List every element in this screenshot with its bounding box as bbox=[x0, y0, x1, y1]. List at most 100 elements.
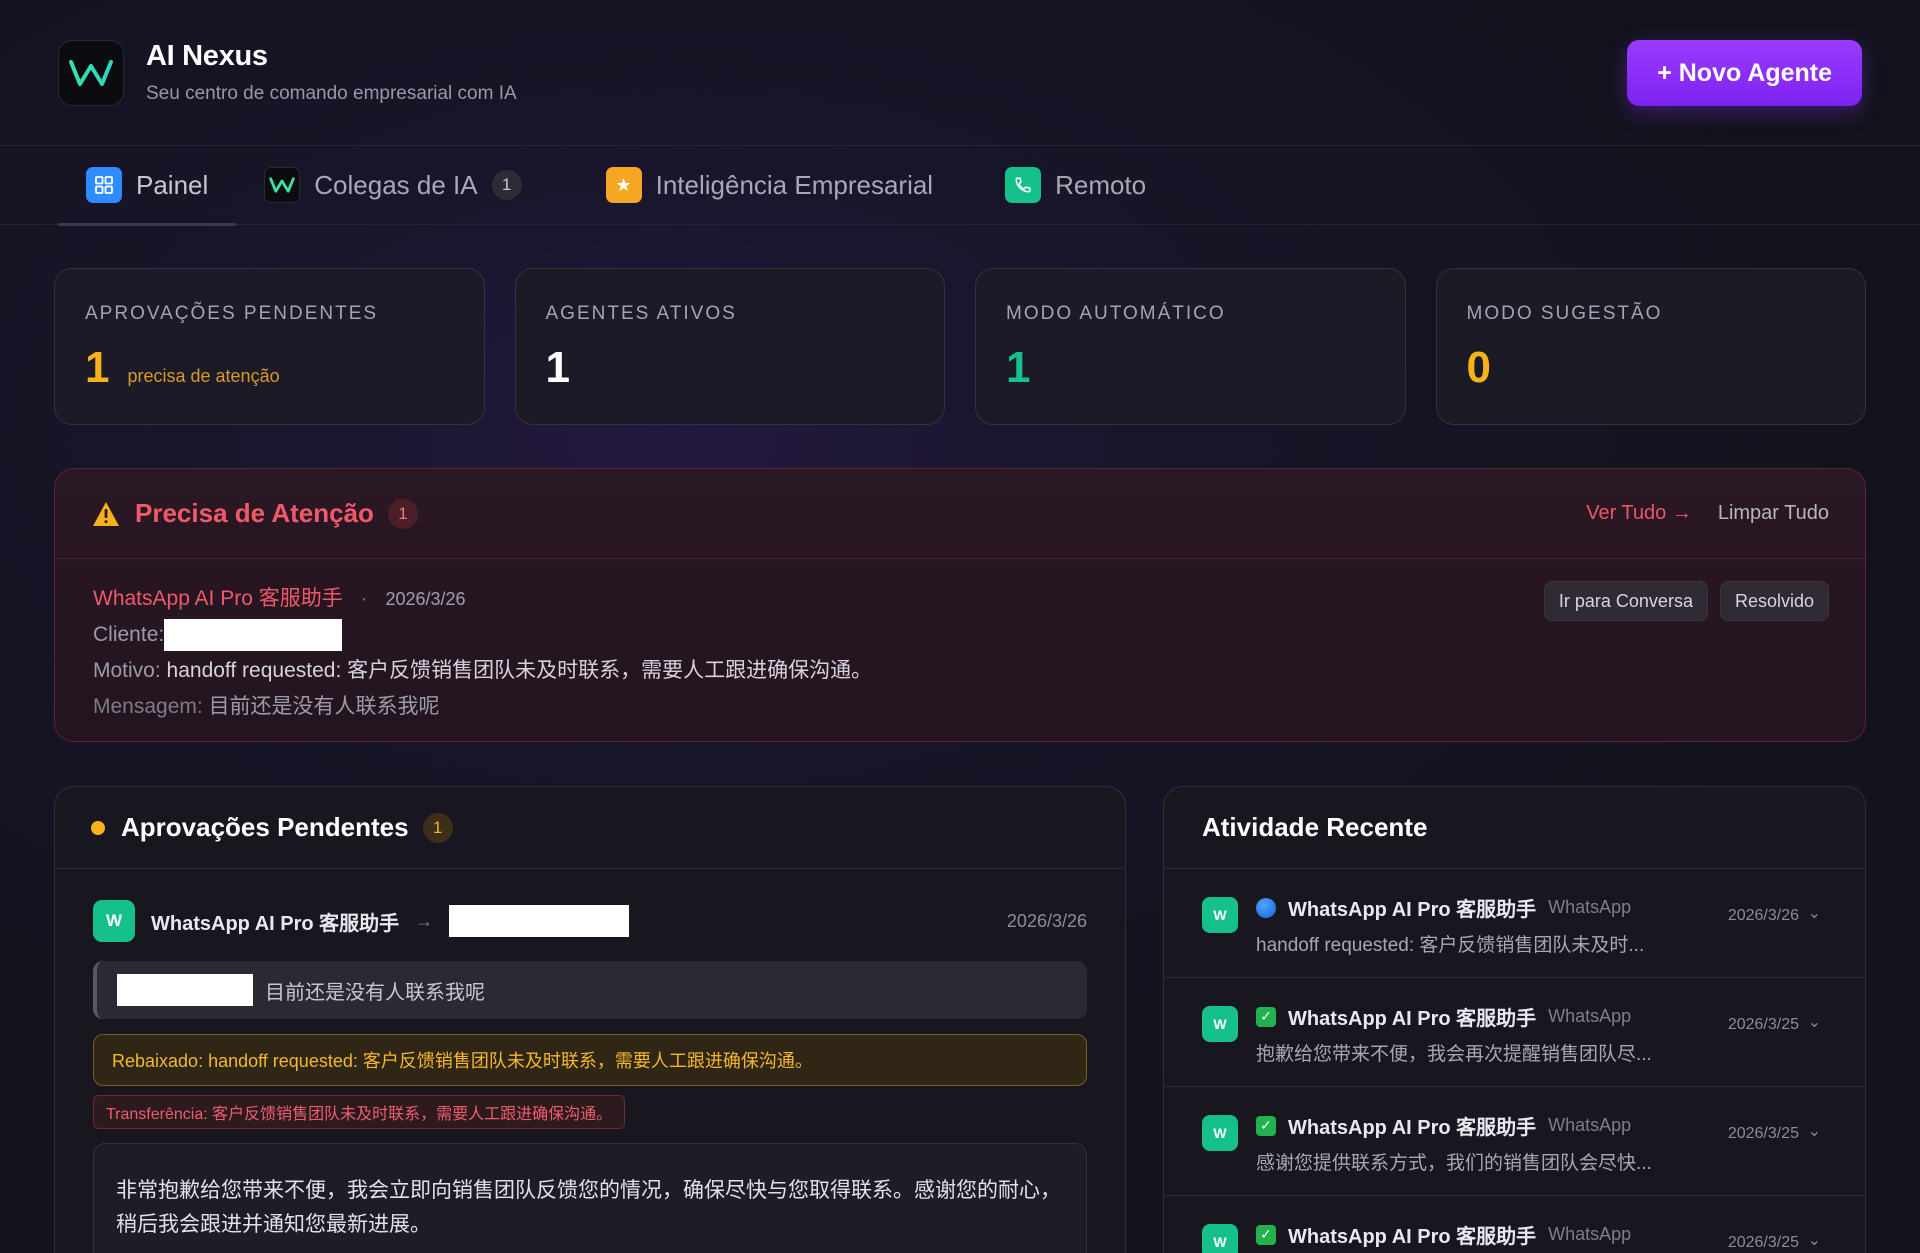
activity-item[interactable]: W ✓ WhatsApp AI Pro 客服助手 WhatsApp 感谢您提供联… bbox=[1164, 1087, 1865, 1196]
stat-value: 0 bbox=[1466, 343, 1491, 392]
grid-icon bbox=[86, 167, 122, 203]
reason-label: Motivo: bbox=[93, 659, 161, 682]
tab-label: Remoto bbox=[1055, 169, 1147, 200]
tab-remoto[interactable]: Remoto bbox=[977, 146, 1174, 225]
activity-channel: WhatsApp bbox=[1548, 1224, 1632, 1244]
stat-label: MODO AUTOMÁTICO bbox=[1006, 303, 1226, 324]
activity-title: Atividade Recente bbox=[1202, 812, 1428, 842]
stat-card-pending-approvals[interactable]: APROVAÇÕES PENDENTES 1 precisa de atençã… bbox=[54, 268, 485, 425]
activity-date: 2026/3/25 bbox=[1727, 1125, 1799, 1142]
view-all-link[interactable]: Ver Tudo → bbox=[1586, 502, 1692, 525]
stat-label: AGENTES ATIVOS bbox=[545, 303, 737, 324]
activity-item[interactable]: W ✓ WhatsApp AI Pro 客服助手 WhatsApp 2026/3… bbox=[1164, 1196, 1865, 1253]
redacted-recipient bbox=[449, 905, 630, 937]
attention-date: 2026/3/26 bbox=[385, 589, 466, 609]
activity-agent: WhatsApp AI Pro 客服助手 bbox=[1288, 1008, 1537, 1030]
agent-avatar: W bbox=[93, 900, 135, 942]
star-icon: ★ bbox=[605, 167, 642, 203]
activity-item[interactable]: W WhatsApp AI Pro 客服助手 WhatsApp handoff … bbox=[1164, 869, 1865, 978]
transfer-badge: Transferência: 客户反馈销售团队未及时联系，需要人工跟进确保沟通。 bbox=[93, 1095, 626, 1129]
stat-value: 1 bbox=[85, 343, 110, 392]
stat-card-suggestion-mode[interactable]: MODO SUGESTÃO 0 bbox=[1435, 268, 1866, 425]
agent-avatar: W bbox=[1202, 1115, 1238, 1151]
activity-item[interactable]: W ✓ WhatsApp AI Pro 客服助手 WhatsApp 抱歉给您带来… bbox=[1164, 978, 1865, 1087]
stat-value: 1 bbox=[545, 343, 570, 392]
activity-date: 2026/3/26 bbox=[1727, 907, 1799, 924]
w-logo-icon bbox=[69, 59, 113, 86]
activity-agent: WhatsApp AI Pro 客服助手 bbox=[1288, 899, 1537, 921]
activity-preview: handoff requested: 客户反馈销售团队未及时... bbox=[1256, 935, 1645, 956]
tab-label: Colegas de IA bbox=[314, 169, 478, 200]
tab-label: Painel bbox=[136, 169, 209, 200]
warning-icon bbox=[93, 501, 119, 526]
activity-agent: WhatsApp AI Pro 客服助手 bbox=[1288, 1226, 1537, 1248]
stats-row: APROVAÇÕES PENDENTES 1 precisa de atençã… bbox=[54, 268, 1866, 425]
pending-date: 2026/3/26 bbox=[1006, 910, 1087, 931]
check-icon: ✓ bbox=[1256, 1006, 1276, 1027]
customer-message-text: 目前还是没有人联系我呢 bbox=[265, 981, 485, 1004]
stat-card-active-agents[interactable]: AGENTES ATIVOS 1 bbox=[514, 268, 945, 425]
new-agent-button[interactable]: + Novo Agente bbox=[1627, 40, 1862, 106]
agent-avatar: W bbox=[1202, 1224, 1238, 1253]
app-header: AI Nexus Seu centro de comando empresari… bbox=[0, 0, 1920, 146]
tab-colegas-de-ia[interactable]: Colegas de IA 1 bbox=[236, 146, 549, 225]
separator-dot: · bbox=[360, 587, 368, 610]
activity-channel: WhatsApp bbox=[1548, 1115, 1632, 1135]
chevron-down-icon[interactable]: ⌄ bbox=[1808, 1012, 1821, 1032]
stat-card-auto-mode[interactable]: MODO AUTOMÁTICO 1 bbox=[975, 268, 1406, 425]
chevron-down-icon[interactable]: ⌄ bbox=[1808, 903, 1821, 923]
customer-message: 目前还是没有人联系我呢 bbox=[93, 961, 1087, 1019]
message-label: Mensagem: bbox=[93, 695, 203, 718]
stat-note: precisa de atenção bbox=[127, 366, 280, 386]
check-icon: ✓ bbox=[1256, 1224, 1276, 1245]
blue-circle-icon bbox=[1256, 897, 1276, 918]
app-logo bbox=[58, 39, 124, 106]
client-label: Cliente: bbox=[93, 623, 165, 646]
check-icon: ✓ bbox=[1256, 1115, 1276, 1136]
activity-preview: 感谢您提供联系方式，我们的销售团队会尽快... bbox=[1256, 1153, 1652, 1174]
redacted-client bbox=[164, 619, 343, 652]
activity-date: 2026/3/25 bbox=[1727, 1016, 1799, 1033]
pending-approvals-card: Aprovações Pendentes 1 W WhatsApp AI Pro… bbox=[54, 786, 1126, 1253]
agent-avatar: W bbox=[1202, 1006, 1238, 1042]
pending-title: Aprovações Pendentes bbox=[121, 812, 409, 842]
stat-label: MODO SUGESTÃO bbox=[1466, 303, 1663, 324]
activity-preview: 抱歉给您带来不便，我会再次提醒销售团队尽... bbox=[1256, 1044, 1652, 1065]
tab-bar: Painel Colegas de IA 1 ★ Inteligência Em… bbox=[0, 146, 1920, 226]
reason-text: handoff requested: 客户反馈销售团队未及时联系，需要人工跟进确… bbox=[166, 659, 873, 682]
attention-panel: Precisa de Atenção 1 Ver Tudo → Limpar T… bbox=[54, 468, 1866, 742]
pending-item-header[interactable]: W WhatsApp AI Pro 客服助手 → 2026/3/26 bbox=[93, 899, 1087, 943]
message-text: 目前还是没有人联系我呢 bbox=[208, 695, 440, 718]
attention-count-badge: 1 bbox=[387, 498, 418, 529]
suggested-reply[interactable]: 非常抱歉给您带来不便，我会立即向销售团队反馈您的情况，确保尽快与您取得联系。感谢… bbox=[93, 1143, 1087, 1253]
status-dot bbox=[91, 820, 105, 835]
goto-conversation-button[interactable]: Ir para Conversa bbox=[1543, 581, 1708, 621]
activity-agent: WhatsApp AI Pro 客服助手 bbox=[1288, 1117, 1537, 1139]
resolved-button[interactable]: Resolvido bbox=[1719, 581, 1829, 621]
tab-label: Inteligência Empresarial bbox=[655, 169, 934, 200]
app-title: AI Nexus bbox=[146, 40, 268, 72]
tab-inteligencia-empresarial[interactable]: ★ Inteligência Empresarial bbox=[578, 146, 961, 225]
attention-title: Precisa de Atenção bbox=[135, 498, 374, 528]
attention-agent-name[interactable]: WhatsApp AI Pro 客服助手 bbox=[93, 587, 343, 610]
arrow-right-icon: → bbox=[415, 910, 434, 931]
recent-activity-card: Atividade Recente W WhatsApp AI Pro 客服助手… bbox=[1163, 786, 1866, 1253]
activity-channel: WhatsApp bbox=[1548, 897, 1632, 917]
pending-agent-name: WhatsApp AI Pro 客服助手 bbox=[151, 912, 400, 935]
activity-date: 2026/3/25 bbox=[1727, 1234, 1799, 1251]
agent-avatar: W bbox=[1202, 897, 1238, 933]
chevron-down-icon[interactable]: ⌄ bbox=[1808, 1230, 1821, 1250]
w-logo-icon bbox=[264, 167, 301, 203]
phone-icon bbox=[1005, 167, 1042, 203]
tab-painel[interactable]: Painel bbox=[58, 146, 237, 226]
stat-label: APROVAÇÕES PENDENTES bbox=[85, 303, 379, 324]
chevron-down-icon[interactable]: ⌄ bbox=[1808, 1121, 1821, 1141]
activity-channel: WhatsApp bbox=[1548, 1006, 1632, 1026]
stat-value: 1 bbox=[1006, 343, 1031, 392]
clear-all-link[interactable]: Limpar Tudo bbox=[1718, 502, 1829, 525]
tab-badge: 1 bbox=[491, 170, 522, 200]
pending-count-badge: 1 bbox=[422, 812, 453, 843]
app-subtitle: Seu centro de comando empresarial com IA bbox=[146, 83, 517, 104]
downgrade-notice: Rebaixado: handoff requested: 客户反馈销售团队未及… bbox=[93, 1034, 1087, 1086]
attention-item: WhatsApp AI Pro 客服助手 · 2026/3/26 Cliente… bbox=[55, 559, 1865, 747]
